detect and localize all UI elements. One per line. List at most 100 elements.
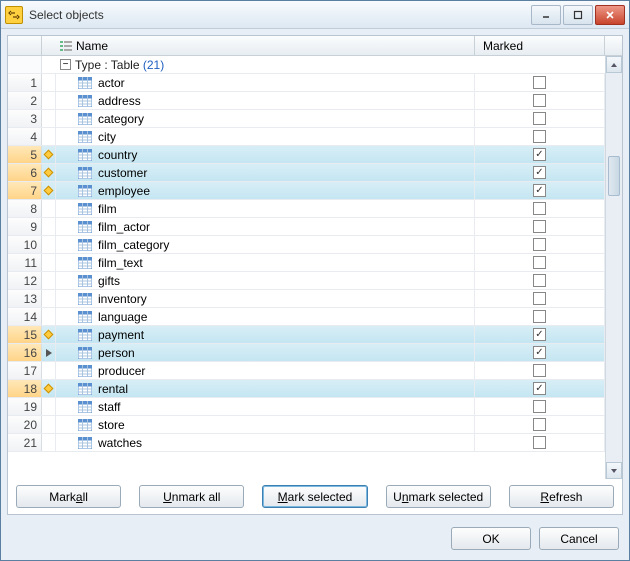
table-row[interactable]: 13inventory [8,290,605,308]
marked-checkbox[interactable] [533,346,546,359]
marked-checkbox[interactable] [533,76,546,89]
table-row[interactable]: 19staff [8,398,605,416]
table-icon [78,437,92,449]
close-button[interactable] [595,5,625,25]
cell-name[interactable]: producer [56,362,475,379]
mark-selected-button[interactable]: Mark selected [262,485,367,508]
column-header-marked[interactable]: Marked [475,36,605,55]
titlebar: Select objects [1,1,629,29]
marked-checkbox[interactable] [533,328,546,341]
table-icon [78,365,92,377]
cell-name[interactable]: employee [56,182,475,199]
cell-name[interactable]: address [56,92,475,109]
row-mark-gutter [42,182,56,199]
cell-name[interactable]: city [56,128,475,145]
marked-checkbox[interactable] [533,382,546,395]
marked-checkbox[interactable] [533,202,546,215]
table-row[interactable]: 3category [8,110,605,128]
column-marked-label: Marked [483,39,523,53]
table-row[interactable]: 12gifts [8,272,605,290]
table-row[interactable]: 6customer [8,164,605,182]
marked-checkbox[interactable] [533,238,546,251]
cell-name[interactable]: language [56,308,475,325]
marked-checkbox[interactable] [533,418,546,431]
cell-name[interactable]: film_actor [56,218,475,235]
table-row[interactable]: 18rental [8,380,605,398]
table-row[interactable]: 10film_category [8,236,605,254]
unmark-all-button[interactable]: Unmark all [139,485,244,508]
vertical-scrollbar[interactable] [605,56,622,479]
scroll-thumb[interactable] [608,156,620,196]
window-title: Select objects [29,8,531,22]
table-row[interactable]: 1actor [8,74,605,92]
group-row[interactable]: − Type : Table (21) [8,56,605,74]
table-row[interactable]: 16person [8,344,605,362]
marked-checkbox[interactable] [533,94,546,107]
table-row[interactable]: 17producer [8,362,605,380]
cell-name[interactable]: actor [56,74,475,91]
maximize-button[interactable] [563,5,593,25]
cell-name[interactable]: gifts [56,272,475,289]
table-row[interactable]: 14language [8,308,605,326]
cell-name[interactable]: country [56,146,475,163]
cell-name[interactable]: rental [56,380,475,397]
object-name: language [98,310,147,324]
table-row[interactable]: 8film [8,200,605,218]
table-row[interactable]: 9film_actor [8,218,605,236]
table-row[interactable]: 2address [8,92,605,110]
cell-name[interactable]: staff [56,398,475,415]
object-name: gifts [98,274,120,288]
marked-checkbox[interactable] [533,112,546,125]
table-row[interactable]: 4city [8,128,605,146]
scroll-up-button[interactable] [606,56,622,73]
marked-checkbox[interactable] [533,184,546,197]
unmark-selected-button[interactable]: Unmark selected [386,485,491,508]
table-icon [78,239,92,251]
minimize-button[interactable] [531,5,561,25]
table-row[interactable]: 21watches [8,434,605,452]
marked-checkbox[interactable] [533,256,546,269]
row-mark-gutter [42,380,56,397]
ok-button[interactable]: OK [451,527,531,550]
marked-checkbox[interactable] [533,364,546,377]
collapse-icon[interactable]: − [60,59,71,70]
row-mark-gutter [42,128,56,145]
column-header-name[interactable]: Name [56,36,475,55]
cell-name[interactable]: payment [56,326,475,343]
cell-name[interactable]: film_text [56,254,475,271]
marked-checkbox[interactable] [533,148,546,161]
table-row[interactable]: 11film_text [8,254,605,272]
cell-marked [475,362,605,379]
cell-name[interactable]: film_category [56,236,475,253]
marked-checkbox[interactable] [533,274,546,287]
table-row[interactable]: 7employee [8,182,605,200]
marked-checkbox[interactable] [533,220,546,233]
row-mark-gutter [42,254,56,271]
table-icon [78,293,92,305]
marked-checkbox[interactable] [533,310,546,323]
row-mark-gutter [42,200,56,217]
cell-name[interactable]: store [56,416,475,433]
cancel-button[interactable]: Cancel [539,527,619,550]
object-name: producer [98,364,145,378]
cell-name[interactable]: film [56,200,475,217]
cell-name[interactable]: watches [56,434,475,451]
list-icon [60,41,72,51]
cell-name[interactable]: customer [56,164,475,181]
cell-name[interactable]: person [56,344,475,361]
marked-checkbox[interactable] [533,436,546,449]
table-row[interactable]: 5country [8,146,605,164]
object-name: category [98,112,144,126]
cell-marked [475,254,605,271]
scroll-down-button[interactable] [606,462,622,479]
cell-name[interactable]: category [56,110,475,127]
table-row[interactable]: 15payment [8,326,605,344]
mark-all-button[interactable]: Mark all [16,485,121,508]
refresh-button[interactable]: Refresh [509,485,614,508]
table-row[interactable]: 20store [8,416,605,434]
marked-checkbox[interactable] [533,166,546,179]
marked-checkbox[interactable] [533,400,546,413]
cell-name[interactable]: inventory [56,290,475,307]
marked-checkbox[interactable] [533,130,546,143]
marked-checkbox[interactable] [533,292,546,305]
